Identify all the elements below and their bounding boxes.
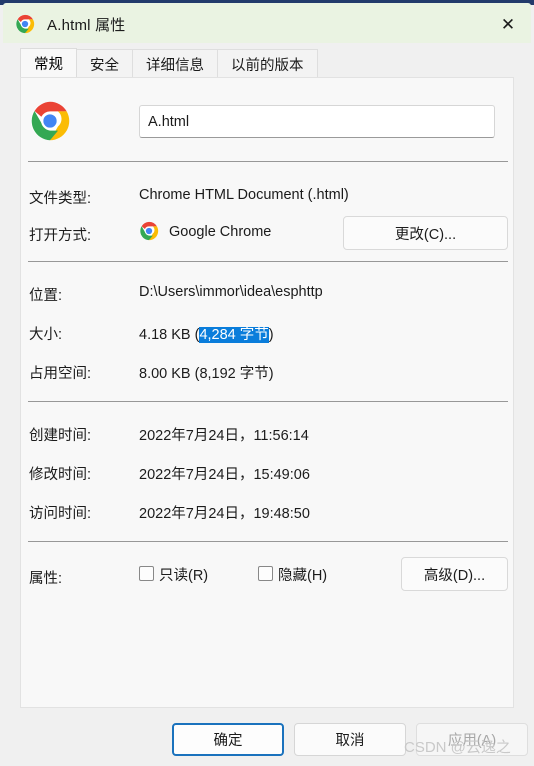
chrome-icon (15, 14, 35, 34)
readonly-checkbox[interactable] (139, 566, 154, 581)
file-type-value: Chrome HTML Document (.html) (139, 187, 349, 203)
advanced-button[interactable]: 高级(D)... (401, 557, 508, 591)
title-bar[interactable]: A.html 属性 ✕ (3, 5, 531, 43)
properties-dialog: A.html 属性 ✕ 常规 安全 详细信息 以前的版本 文件类型: (0, 0, 534, 766)
accessed-value: 2022年7月24日，19:48:50 (139, 506, 310, 522)
size-value-prefix: 4.18 KB ( (139, 327, 200, 343)
size-value-selected-bytes: 4,284 字节 (199, 327, 269, 343)
hidden-checkbox-label[interactable]: 隐藏(H) (278, 564, 327, 585)
location-label: 位置: (29, 288, 63, 304)
file-name-input[interactable] (139, 105, 495, 138)
size-on-disk-label: 占用空间: (29, 366, 92, 382)
modified-label: 修改时间: (29, 467, 92, 483)
divider-3 (28, 401, 508, 402)
tab-strip: 常规 安全 详细信息 以前的版本 (20, 48, 318, 78)
divider-1 (28, 161, 508, 162)
accessed-label: 访问时间: (29, 506, 92, 522)
change-button[interactable]: 更改(C)... (343, 216, 508, 250)
cancel-button[interactable]: 取消 (294, 723, 406, 756)
file-type-label: 文件类型: (29, 191, 92, 207)
window-title: A.html 属性 (47, 16, 126, 34)
hidden-checkbox[interactable] (258, 566, 273, 581)
opens-with-chrome-icon (139, 221, 159, 241)
close-button[interactable]: ✕ (485, 5, 531, 43)
opens-with-label: 打开方式: (29, 228, 92, 244)
divider-2 (28, 261, 508, 262)
tab-general[interactable]: 常规 (20, 48, 77, 78)
file-type-chrome-icon (29, 100, 71, 142)
readonly-checkbox-label[interactable]: 只读(R) (159, 564, 208, 585)
general-tab-panel: 文件类型: Chrome HTML Document (.html) 打开方式:… (20, 77, 514, 708)
modified-value: 2022年7月24日，15:49:06 (139, 467, 310, 483)
size-value[interactable]: 4.18 KB (4,284 字节) (139, 323, 274, 344)
opens-with-value: Google Chrome (169, 224, 272, 240)
tab-previous-versions[interactable]: 以前的版本 (218, 49, 318, 78)
tab-security[interactable]: 安全 (77, 49, 133, 78)
ok-button[interactable]: 确定 (172, 723, 284, 756)
size-on-disk-value: 8.00 KB (8,192 字节) (139, 366, 274, 382)
attributes-label: 属性: (29, 571, 63, 587)
close-icon: ✕ (500, 14, 516, 34)
created-label: 创建时间: (29, 428, 92, 444)
apply-button: 应用(A) (416, 723, 528, 756)
size-value-suffix: ) (268, 327, 274, 343)
divider-4 (28, 541, 508, 542)
created-value: 2022年7月24日，11:56:14 (139, 428, 309, 444)
size-label: 大小: (29, 327, 63, 343)
location-value: D:\Users\immor\idea\esphttp (139, 284, 323, 300)
tab-details[interactable]: 详细信息 (133, 49, 218, 78)
